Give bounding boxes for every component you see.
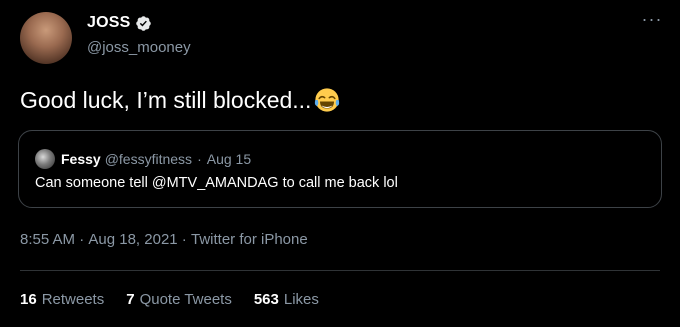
tweet-date[interactable]: Aug 18, 2021 — [88, 231, 177, 248]
face-with-tears-of-joy-emoji — [315, 88, 340, 112]
quoted-author-handle: @fessyfitness — [104, 151, 193, 167]
quote-tweets-count: 7 — [126, 291, 135, 308]
likes-count: 563 — [253, 291, 279, 308]
meta-separator: · — [177, 231, 191, 248]
more-dots-icon[interactable]: ··· — [640, 10, 664, 30]
quoted-author-name: Fessy — [61, 151, 101, 167]
likes-stat[interactable]: 563 Likes — [254, 291, 319, 308]
tweet-meta: 8:55 AM · Aug 18, 2021 · Twitter for iPh… — [20, 231, 308, 248]
quoted-tweet[interactable]: Fessy @fessyfitness · Aug 15 Can someone… — [18, 130, 662, 208]
quoted-tweet-header: Fessy @fessyfitness · Aug 15 — [35, 149, 251, 169]
tweet-body: Good luck, I’m still blocked... — [20, 86, 312, 113]
quoted-author-avatar — [35, 149, 55, 169]
author-avatar[interactable] — [20, 12, 72, 64]
author-name-row: JOSS — [87, 14, 152, 32]
tweet-stats: 16 Retweets 7 Quote Tweets 563 Likes — [20, 291, 341, 308]
quoted-separator: · — [197, 151, 202, 167]
quoted-date: Aug 15 — [206, 151, 252, 167]
author-display-name[interactable]: JOSS — [87, 14, 131, 32]
retweets-label: Retweets — [41, 291, 105, 308]
tweet-card: JOSS @joss_mooney ··· Good luck, I’m sti… — [0, 0, 680, 327]
quote-tweets-stat[interactable]: 7 Quote Tweets — [126, 291, 232, 308]
quote-tweets-label: Quote Tweets — [139, 291, 232, 308]
verified-badge-icon — [135, 15, 151, 31]
quoted-tweet-text: Can someone tell @MTV_AMANDAG to call me… — [35, 175, 398, 191]
tweet-source[interactable]: Twitter for iPhone — [191, 231, 308, 248]
author-handle[interactable]: @joss_mooney — [87, 39, 191, 56]
likes-label: Likes — [283, 291, 319, 308]
retweets-stat[interactable]: 16 Retweets — [20, 291, 104, 308]
meta-separator: · — [75, 231, 89, 248]
tweet-time[interactable]: 8:55 AM — [20, 231, 75, 248]
retweets-count: 16 — [20, 291, 37, 308]
divider — [20, 270, 660, 271]
tweet-text: Good luck, I’m still blocked... — [20, 86, 341, 114]
